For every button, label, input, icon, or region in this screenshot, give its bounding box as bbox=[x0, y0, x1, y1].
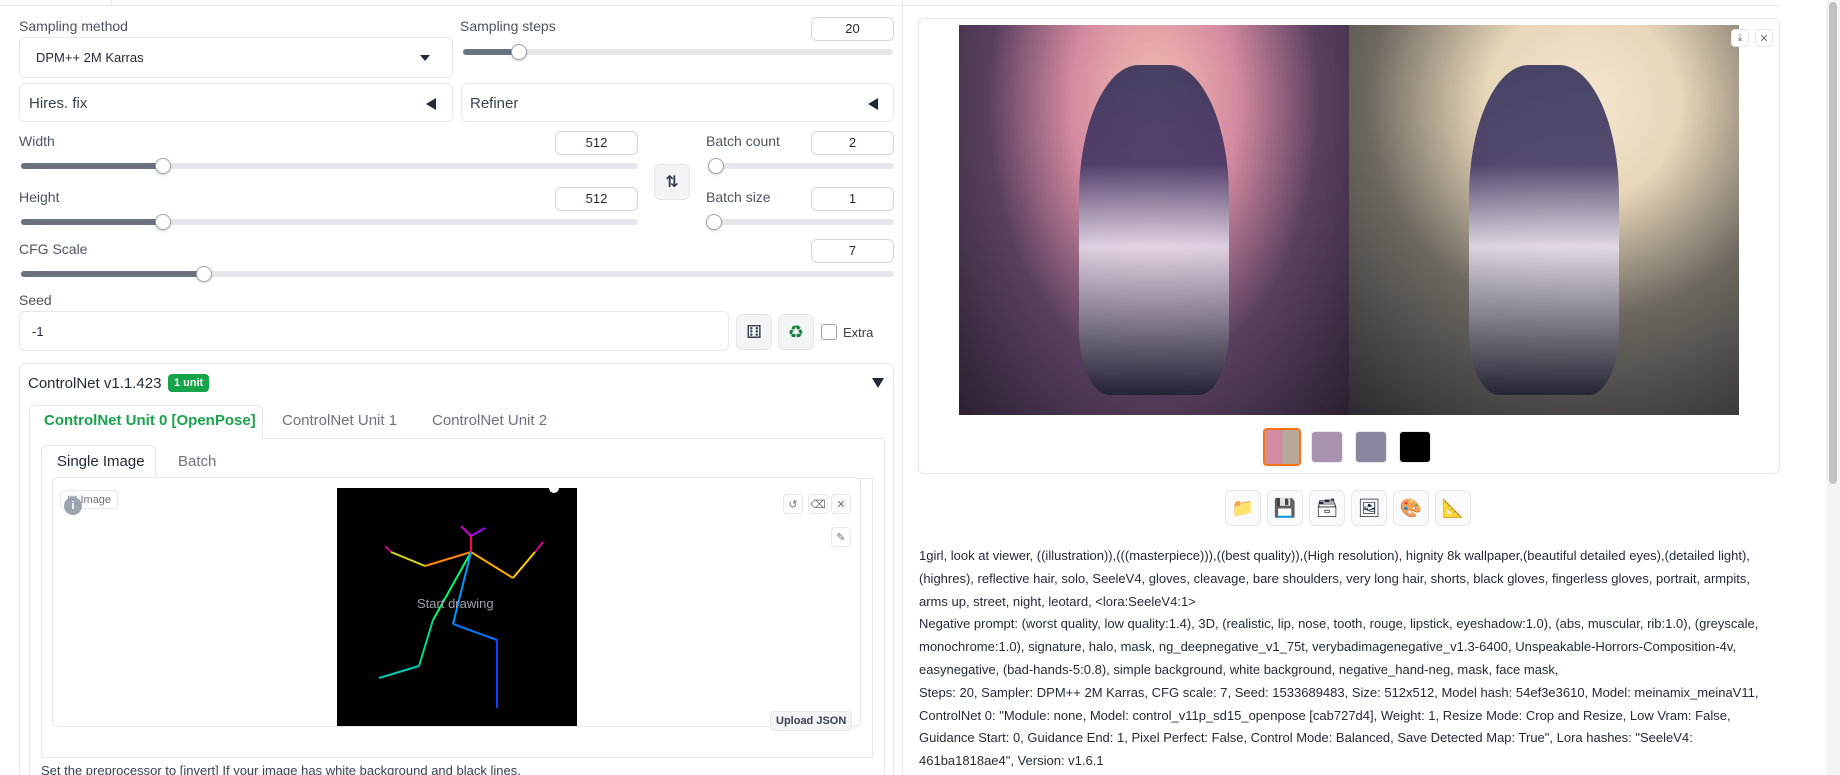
unit-tab-divider bbox=[262, 438, 885, 439]
send-to-inpaint-button[interactable]: 🎨 bbox=[1393, 490, 1429, 526]
batch-count-label: Batch count bbox=[706, 133, 780, 149]
subtab-batch[interactable]: Batch bbox=[178, 453, 216, 470]
sampling-steps-label: Sampling steps bbox=[460, 18, 556, 34]
recycle-icon: ♻ bbox=[787, 321, 805, 342]
chevron-down-icon bbox=[420, 55, 430, 61]
unit-tab-1[interactable]: ControlNet Unit 1 bbox=[282, 412, 397, 429]
height-label: Height bbox=[19, 189, 60, 205]
canvas-placeholder-text: Start drawing bbox=[417, 596, 494, 611]
close-gallery-button[interactable]: ✕ bbox=[1755, 29, 1773, 47]
download-icon: ⤓ bbox=[1737, 31, 1743, 44]
close-icon: ✕ bbox=[1759, 32, 1769, 45]
thumbnail-3[interactable] bbox=[1399, 431, 1431, 463]
close-icon: ✕ bbox=[836, 498, 846, 511]
send-to-extras-icon: 📐 bbox=[1441, 497, 1465, 518]
column-divider bbox=[902, 0, 903, 775]
hires-fix-label: Hires. fix bbox=[29, 95, 88, 112]
sampling-method-dropdown[interactable]: DPM++ 2M Karras bbox=[19, 37, 453, 78]
pose-canvas[interactable]: Start drawing bbox=[337, 483, 577, 726]
top-border bbox=[112, 5, 1780, 6]
height-input[interactable]: 512 bbox=[555, 187, 638, 211]
zip-icon: 🗃 bbox=[1315, 497, 1339, 518]
batch-size-slider[interactable] bbox=[706, 214, 894, 230]
controlnet-unit-badge: 1 unit bbox=[168, 374, 210, 392]
cfg-scale-input[interactable]: 7 bbox=[811, 239, 894, 263]
info-parameters: Steps: 20, Sampler: DPM++ 2M Karras, CFG… bbox=[919, 684, 1759, 769]
save-button[interactable]: 💾 bbox=[1267, 490, 1303, 526]
close-image-button[interactable]: ✕ bbox=[831, 494, 851, 514]
cfg-scale-label: CFG Scale bbox=[19, 241, 88, 257]
top-tab-edge bbox=[0, 0, 112, 6]
info-icon: i bbox=[64, 497, 82, 515]
zip-button[interactable]: 🗃 bbox=[1309, 490, 1345, 526]
refiner-accordion[interactable]: Refiner bbox=[461, 83, 894, 122]
folder-icon: 📁 bbox=[1231, 497, 1255, 518]
subtab-single-label: Single Image bbox=[57, 453, 145, 470]
thumbnail-2[interactable] bbox=[1355, 431, 1387, 463]
upload-json-button[interactable]: Upload JSON bbox=[770, 711, 853, 731]
canvas-resize-handle[interactable] bbox=[549, 483, 559, 493]
download-button[interactable]: ⤓ bbox=[1731, 29, 1749, 47]
save-icon: 💾 bbox=[1273, 497, 1297, 518]
character-figure-left bbox=[1079, 65, 1229, 395]
controlnet-title: ControlNet v1.1.423 bbox=[28, 375, 162, 392]
seed-input[interactable]: -1 bbox=[19, 311, 729, 351]
brush-button[interactable]: ✎ bbox=[831, 527, 851, 547]
width-input[interactable]: 512 bbox=[555, 131, 638, 155]
batch-size-input[interactable]: 1 bbox=[811, 187, 894, 211]
height-slider[interactable] bbox=[21, 214, 638, 230]
reuse-seed-button[interactable]: ♻ bbox=[778, 314, 814, 350]
extra-checkbox[interactable] bbox=[821, 324, 837, 340]
collapse-arrow-icon bbox=[426, 98, 436, 110]
controlnet-collapse-icon[interactable] bbox=[872, 378, 884, 388]
unit-tab-2[interactable]: ControlNet Unit 2 bbox=[432, 412, 547, 429]
collapse-arrow-icon bbox=[868, 98, 878, 110]
swap-dimensions-button[interactable]: ⇅ bbox=[654, 164, 690, 200]
refiner-label: Refiner bbox=[470, 95, 519, 112]
sampling-steps-slider[interactable] bbox=[463, 44, 893, 60]
width-label: Width bbox=[19, 133, 55, 149]
send-to-img2img-button[interactable]: 🖼 bbox=[1351, 490, 1387, 526]
unit-tab-0-label: ControlNet Unit 0 [OpenPose] bbox=[44, 412, 256, 429]
extra-label: Extra bbox=[843, 325, 874, 340]
random-seed-button[interactable]: ⚅ bbox=[736, 314, 772, 350]
generation-info: 1girl, look at viewer, ((illustration)),… bbox=[919, 545, 1781, 773]
width-slider[interactable] bbox=[21, 158, 638, 174]
batch-count-slider[interactable] bbox=[707, 158, 894, 174]
eraser-icon: ⌫ bbox=[810, 498, 826, 511]
batch-count-input[interactable]: 2 bbox=[811, 131, 894, 155]
info-prompt: 1girl, look at viewer, ((illustration)),… bbox=[919, 548, 1750, 609]
hires-fix-accordion[interactable]: Hires. fix bbox=[19, 83, 453, 122]
thumbnail-1[interactable] bbox=[1311, 431, 1343, 463]
undo-icon: ↺ bbox=[788, 498, 798, 511]
scrollbar-thumb[interactable] bbox=[1829, 2, 1837, 484]
dice-icon: ⚅ bbox=[746, 321, 762, 342]
open-folder-button[interactable]: 📁 bbox=[1225, 490, 1261, 526]
seed-value: -1 bbox=[32, 324, 44, 339]
brush-icon: ✎ bbox=[836, 531, 846, 544]
send-to-img2img-icon: 🖼 bbox=[1357, 497, 1381, 518]
preprocessor-hint: Set the preprocessor to [invert] If your… bbox=[41, 763, 521, 775]
send-to-inpaint-icon: 🎨 bbox=[1399, 497, 1423, 518]
character-figure-right bbox=[1469, 65, 1619, 395]
info-negative-prompt: Negative prompt: (worst quality, low qua… bbox=[919, 616, 1759, 677]
sampling-method-value: DPM++ 2M Karras bbox=[36, 50, 144, 65]
output-image[interactable] bbox=[959, 25, 1739, 415]
batch-size-label: Batch size bbox=[706, 189, 771, 205]
image-label-text: Image bbox=[80, 494, 112, 506]
send-to-extras-button[interactable]: 📐 bbox=[1435, 490, 1471, 526]
swap-icon: ⇅ bbox=[665, 174, 679, 191]
cfg-scale-slider[interactable] bbox=[21, 266, 894, 282]
undo-button[interactable]: ↺ bbox=[783, 494, 803, 514]
clear-button[interactable]: ⌫ bbox=[808, 494, 828, 514]
thumbnail-0[interactable] bbox=[1263, 428, 1301, 466]
sampling-steps-input[interactable]: 20 bbox=[811, 17, 894, 41]
sampling-method-label: Sampling method bbox=[19, 18, 128, 34]
seed-label: Seed bbox=[19, 292, 52, 308]
